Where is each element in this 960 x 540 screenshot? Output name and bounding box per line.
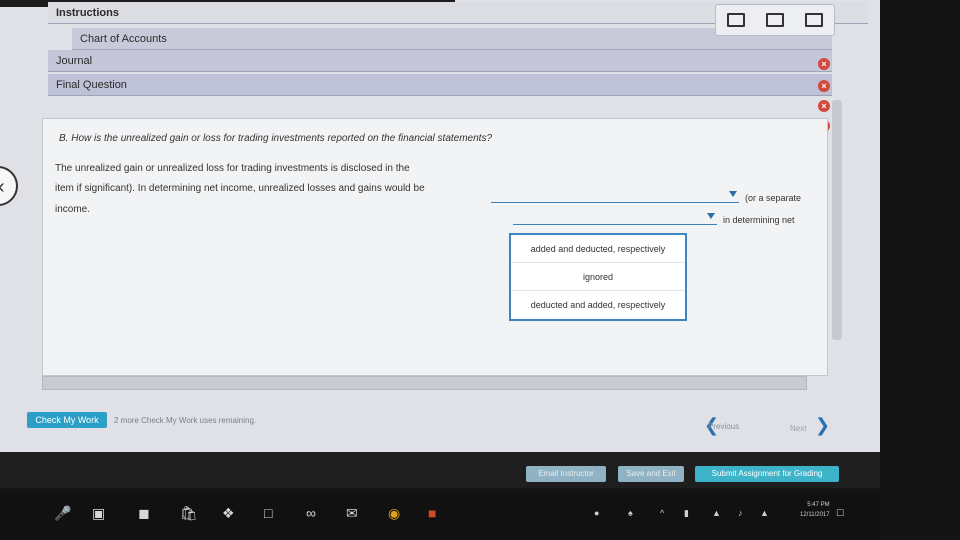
browser-screen: Instructions Chart of Accounts Journal F… <box>0 0 880 488</box>
single-view-icon[interactable] <box>726 13 745 27</box>
submit-assignment-button[interactable]: Submit Assignment for Grading <box>695 466 839 482</box>
language-icon[interactable]: ▲ <box>760 508 769 518</box>
people-icon[interactable]: ♠ <box>628 508 633 518</box>
back-nav-button[interactable]: ‹ <box>0 166 18 206</box>
powerpoint-icon[interactable]: ■ <box>428 506 436 520</box>
error-icon: × <box>818 80 830 92</box>
check-my-work-button[interactable]: Check My Work <box>27 412 107 428</box>
store-icon[interactable]: 🛍 <box>180 506 198 520</box>
check-remaining-text: 2 more Check My Work uses remaining. <box>114 416 257 425</box>
mail-icon[interactable]: ✉ <box>346 506 358 520</box>
notifications-icon[interactable]: ☐ <box>836 508 844 519</box>
infinity-icon[interactable]: ∞ <box>306 506 316 520</box>
network-icon[interactable]: ▲ <box>712 508 721 518</box>
answer-line-3: income. <box>55 204 91 215</box>
battery-icon[interactable]: ▮ <box>684 508 689 519</box>
dropbox-icon[interactable]: ❖ <box>222 506 235 520</box>
after-select-text-2: in determining net <box>723 215 795 225</box>
previous-button[interactable]: Previous <box>708 422 739 431</box>
chevron-down-icon <box>707 213 715 219</box>
treatment-select[interactable] <box>513 211 717 225</box>
chevron-left-icon: ‹ <box>0 176 5 199</box>
clock-time: 5:47 PM <box>807 502 830 508</box>
vertical-scrollbar[interactable] <box>832 100 842 340</box>
horizontal-scrollbar[interactable] <box>42 376 807 390</box>
tab-final-question[interactable]: Final Question <box>48 74 832 96</box>
volume-icon[interactable]: ♪ <box>738 508 743 518</box>
answer-line-1: The unrealized gain or unrealized loss f… <box>55 163 410 174</box>
os-taskbar <box>0 492 880 540</box>
microphone-icon[interactable]: 🎤 <box>54 506 71 520</box>
answer-line-2: item if significant). In determining net… <box>55 183 425 194</box>
list-view-icon[interactable] <box>805 13 824 27</box>
dropdown-option[interactable]: added and deducted, respectively <box>511 235 685 263</box>
chevron-right-icon[interactable]: ❯ <box>815 416 830 434</box>
task-view-icon[interactable]: ▣ <box>92 506 105 520</box>
question-prompt: B. How is the unrealized gain or loss fo… <box>59 133 493 144</box>
dropdown-option[interactable]: deducted and added, respectively <box>511 291 685 319</box>
dropdown-option[interactable]: ignored <box>511 263 685 291</box>
after-select-text-1: (or a separate <box>745 193 802 203</box>
next-button[interactable]: Next <box>790 424 806 433</box>
tab-journal[interactable]: Journal <box>48 50 832 72</box>
split-view-icon[interactable] <box>765 13 784 27</box>
error-icon: × <box>818 58 830 70</box>
system-clock[interactable]: 5:47 PM 12/11/2017 <box>800 500 830 520</box>
error-icon: × <box>818 100 830 112</box>
treatment-dropdown-list: added and deducted, respectively ignored… <box>509 233 687 321</box>
save-and-exit-button[interactable]: Save and Exit <box>618 466 684 482</box>
chrome-icon[interactable]: ◉ <box>388 506 400 520</box>
tray-app-icon[interactable]: ● <box>594 508 599 518</box>
email-instructor-button[interactable]: Email Instructor <box>526 466 606 482</box>
chevron-up-icon[interactable]: ^ <box>660 508 664 518</box>
clock-date: 12/11/2017 <box>800 512 830 518</box>
question-panel: B. How is the unrealized gain or loss fo… <box>42 118 828 376</box>
edge-browser-icon[interactable]: ◼ <box>138 506 150 520</box>
chevron-down-icon <box>729 191 737 197</box>
statement-select[interactable] <box>491 189 739 203</box>
amazon-icon[interactable]: □ <box>264 506 272 520</box>
view-toggle-group <box>715 4 835 36</box>
